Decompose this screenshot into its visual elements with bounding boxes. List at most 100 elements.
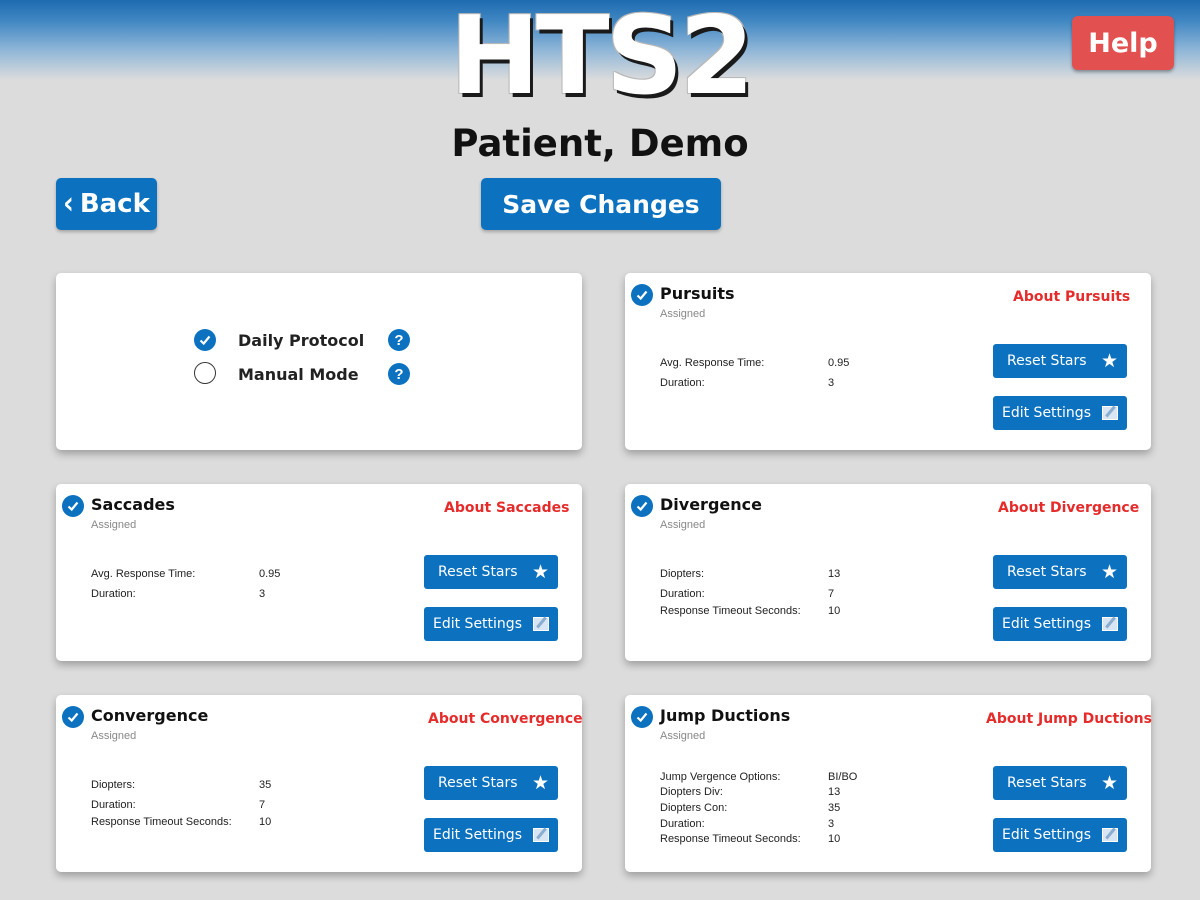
reset-stars-label: Reset Stars bbox=[1007, 775, 1087, 791]
exercise-card-pursuits: Pursuits Assigned About Pursuits Avg. Re… bbox=[625, 273, 1151, 450]
chevron-left-icon: ‹ bbox=[63, 186, 74, 222]
help-button[interactable]: Help bbox=[1072, 16, 1174, 70]
reset-stars-label: Reset Stars bbox=[1007, 564, 1087, 580]
edit-settings-label: Edit Settings bbox=[1002, 405, 1091, 421]
edit-icon bbox=[533, 828, 549, 842]
assigned-status: Assigned bbox=[91, 519, 137, 531]
param-label: Response Timeout Seconds: bbox=[660, 833, 801, 845]
back-button-label: Back bbox=[79, 189, 150, 219]
exercise-card-saccades: Saccades Assigned About Saccades Avg. Re… bbox=[56, 484, 582, 661]
param-label: Duration: bbox=[91, 588, 136, 600]
check-icon bbox=[67, 501, 79, 512]
assigned-status: Assigned bbox=[660, 308, 706, 320]
param-label: Diopters Con: bbox=[660, 802, 728, 814]
save-changes-button[interactable]: Save Changes bbox=[481, 178, 721, 230]
param-value: 3 bbox=[828, 377, 835, 389]
manual-mode-label: Manual Mode bbox=[238, 365, 359, 384]
pursuits-assigned-checkbox[interactable] bbox=[631, 284, 653, 306]
edit-settings-label: Edit Settings bbox=[433, 616, 522, 632]
param-label: Response Timeout Seconds: bbox=[91, 816, 232, 828]
param-label: Duration: bbox=[660, 377, 705, 389]
about-saccades-link[interactable]: About Saccades bbox=[444, 500, 569, 516]
daily-protocol-label: Daily Protocol bbox=[238, 331, 365, 350]
reset-stars-button[interactable]: Reset Stars ★ bbox=[993, 555, 1127, 589]
exercise-title: Saccades bbox=[91, 495, 175, 514]
edit-settings-button[interactable]: Edit Settings bbox=[424, 818, 558, 852]
edit-settings-button[interactable]: Edit Settings bbox=[424, 607, 558, 641]
edit-icon bbox=[1102, 406, 1118, 420]
param-label: Avg. Response Time: bbox=[660, 357, 765, 369]
param-value: 3 bbox=[828, 818, 835, 830]
daily-protocol-radio[interactable] bbox=[194, 329, 216, 351]
reset-stars-button[interactable]: Reset Stars ★ bbox=[424, 766, 558, 800]
reset-stars-button[interactable]: Reset Stars ★ bbox=[424, 555, 558, 589]
check-icon bbox=[636, 501, 648, 512]
star-icon: ★ bbox=[1100, 771, 1118, 794]
edit-icon bbox=[1102, 617, 1118, 631]
about-convergence-link[interactable]: About Convergence bbox=[428, 711, 583, 727]
assigned-status: Assigned bbox=[660, 519, 706, 531]
manual-mode-radio[interactable] bbox=[194, 362, 216, 384]
exercise-title: Pursuits bbox=[660, 284, 735, 303]
back-button[interactable]: ‹ Back bbox=[56, 178, 157, 230]
check-icon bbox=[636, 712, 648, 723]
param-value: 7 bbox=[259, 799, 266, 811]
exercise-title: Divergence bbox=[660, 495, 762, 514]
star-icon: ★ bbox=[531, 560, 549, 583]
param-value: 13 bbox=[828, 568, 841, 580]
edit-icon bbox=[1102, 828, 1118, 842]
reset-stars-label: Reset Stars bbox=[438, 775, 518, 791]
exercise-title: Convergence bbox=[91, 706, 209, 725]
about-divergence-link[interactable]: About Divergence bbox=[998, 500, 1139, 516]
param-value: BI/BO bbox=[828, 771, 858, 783]
saccades-assigned-checkbox[interactable] bbox=[62, 495, 84, 517]
reset-stars-button[interactable]: Reset Stars ★ bbox=[993, 766, 1127, 800]
app-logo: HTS2 bbox=[449, 0, 755, 119]
param-label: Diopters: bbox=[660, 568, 705, 580]
param-value: 0.95 bbox=[259, 568, 281, 580]
exercise-card-convergence: Convergence Assigned About Convergence D… bbox=[56, 695, 583, 872]
param-value: 3 bbox=[259, 588, 266, 600]
param-label: Diopters Div: bbox=[660, 786, 723, 798]
reset-stars-button[interactable]: Reset Stars ★ bbox=[993, 344, 1127, 378]
reset-stars-label: Reset Stars bbox=[438, 564, 518, 580]
divergence-assigned-checkbox[interactable] bbox=[631, 495, 653, 517]
edit-settings-button[interactable]: Edit Settings bbox=[993, 607, 1127, 641]
exercise-card-divergence: Divergence Assigned About Divergence Dio… bbox=[625, 484, 1151, 661]
manual-mode-help-icon[interactable]: ? bbox=[388, 363, 410, 385]
edit-settings-label: Edit Settings bbox=[1002, 616, 1091, 632]
edit-settings-label: Edit Settings bbox=[433, 827, 522, 843]
param-value: 0.95 bbox=[828, 357, 850, 369]
check-icon bbox=[199, 335, 211, 346]
check-icon bbox=[67, 712, 79, 723]
param-value: 35 bbox=[828, 802, 841, 814]
param-value: 10 bbox=[259, 816, 272, 828]
edit-settings-button[interactable]: Edit Settings bbox=[993, 818, 1127, 852]
star-icon: ★ bbox=[1100, 349, 1118, 372]
edit-settings-button[interactable]: Edit Settings bbox=[993, 396, 1127, 430]
param-value: 10 bbox=[828, 833, 841, 845]
param-value: 13 bbox=[828, 786, 841, 798]
mode-card: Daily Protocol ? Manual Mode ? bbox=[56, 273, 582, 450]
param-label: Jump Vergence Options: bbox=[660, 771, 781, 783]
param-label: Duration: bbox=[91, 799, 136, 811]
edit-settings-label: Edit Settings bbox=[1002, 827, 1091, 843]
exercise-card-jump-ductions: Jump Ductions Assigned About Jump Ductio… bbox=[625, 695, 1152, 872]
exercise-title: Jump Ductions bbox=[660, 706, 791, 725]
about-pursuits-link[interactable]: About Pursuits bbox=[1013, 289, 1130, 305]
check-icon bbox=[636, 290, 648, 301]
param-value: 35 bbox=[259, 779, 272, 791]
edit-icon bbox=[533, 617, 549, 631]
star-icon: ★ bbox=[1100, 560, 1118, 583]
patient-name: Patient, Demo bbox=[451, 122, 749, 165]
param-label: Duration: bbox=[660, 818, 705, 830]
reset-stars-label: Reset Stars bbox=[1007, 353, 1087, 369]
assigned-status: Assigned bbox=[660, 730, 706, 742]
daily-protocol-help-icon[interactable]: ? bbox=[388, 329, 410, 351]
param-label: Response Timeout Seconds: bbox=[660, 605, 801, 617]
about-jump-ductions-link[interactable]: About Jump Ductions bbox=[986, 711, 1152, 727]
jump-ductions-assigned-checkbox[interactable] bbox=[631, 706, 653, 728]
star-icon: ★ bbox=[531, 771, 549, 794]
convergence-assigned-checkbox[interactable] bbox=[62, 706, 84, 728]
param-value: 10 bbox=[828, 605, 841, 617]
